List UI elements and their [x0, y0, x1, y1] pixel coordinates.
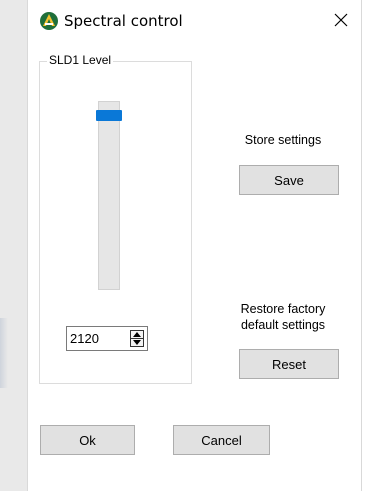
sld1-level-spinbox[interactable]: 2120: [66, 326, 148, 351]
sld1-level-slider-track[interactable]: [98, 101, 120, 290]
restore-label-line1: Restore factory: [240, 302, 326, 316]
spectral-app-icon: [40, 12, 58, 30]
ok-button[interactable]: Ok: [40, 425, 135, 455]
spin-up-button[interactable]: [131, 331, 143, 339]
spin-down-button[interactable]: [131, 339, 143, 346]
title-bar[interactable]: Spectral control: [28, 0, 361, 40]
background-shade: [0, 318, 8, 388]
triangle-up-icon: [133, 332, 141, 337]
background-window-edge: [0, 0, 27, 491]
save-button[interactable]: Save: [239, 165, 339, 195]
close-icon: [334, 13, 348, 27]
triangle-down-icon: [133, 340, 141, 345]
sld1-level-slider-thumb[interactable]: [96, 110, 122, 121]
cancel-button[interactable]: Cancel: [173, 425, 270, 455]
spectral-control-dialog: Spectral control SLD1 Level 2120 Store s…: [27, 0, 362, 491]
close-button[interactable]: [321, 0, 361, 40]
sld1-level-label: SLD1 Level: [47, 53, 114, 67]
store-settings-label: Store settings: [244, 133, 322, 147]
sld1-level-value[interactable]: 2120: [70, 331, 99, 346]
reset-button[interactable]: Reset: [239, 349, 339, 379]
dialog-title: Spectral control: [64, 12, 183, 30]
spin-buttons: [130, 330, 144, 347]
restore-label-line2: default settings: [240, 318, 326, 332]
